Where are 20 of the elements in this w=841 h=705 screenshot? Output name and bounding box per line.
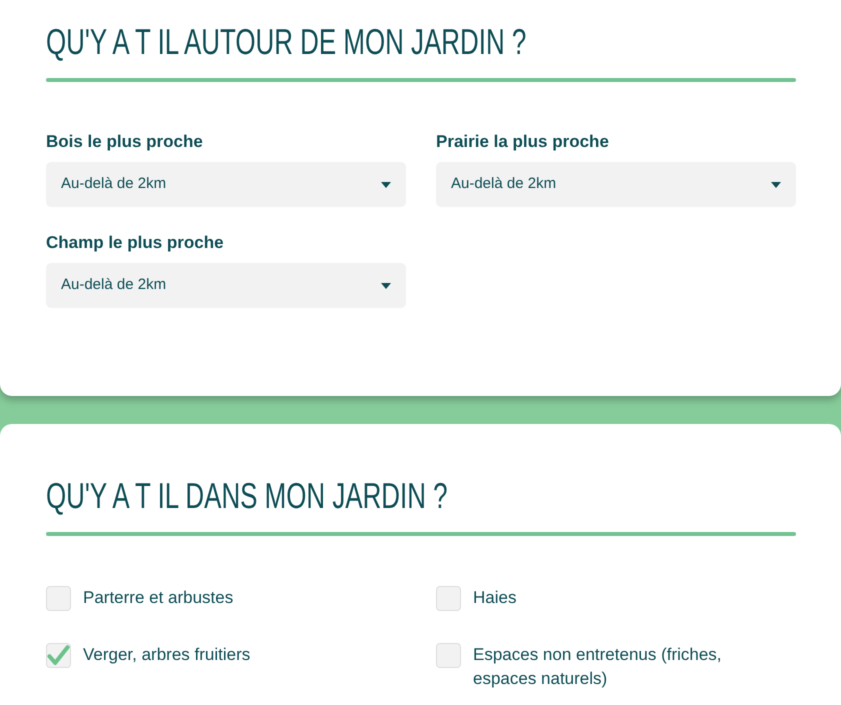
checkmark-icon bbox=[47, 644, 70, 667]
checkbox-label: Haies bbox=[473, 587, 516, 609]
checkbox[interactable] bbox=[46, 643, 71, 668]
dropdown[interactable]: Au-delà de 2km bbox=[46, 263, 406, 308]
checkbox[interactable] bbox=[46, 586, 71, 611]
checkbox-label: Espaces non entretenus (friches, espaces naturels) bbox=[473, 644, 723, 690]
section-title: QU'Y A T IL AUTOUR DE MON JARDIN ? bbox=[46, 20, 526, 64]
checkbox-label: Parterre et arbustes bbox=[83, 587, 234, 609]
checkbox[interactable] bbox=[436, 586, 461, 611]
caret-icon bbox=[381, 282, 391, 288]
field-label: Bois le plus proche bbox=[46, 132, 204, 152]
field-label: Champ le plus proche bbox=[46, 233, 225, 253]
dropdown[interactable]: Au-delà de 2km bbox=[436, 162, 796, 207]
dropdown[interactable]: Au-delà de 2km bbox=[46, 162, 406, 207]
field-label: Prairie la plus proche bbox=[436, 132, 610, 152]
checkbox-label: Verger, arbres fruitiers bbox=[83, 644, 250, 666]
caret-icon bbox=[771, 182, 781, 188]
caret-icon bbox=[381, 182, 391, 188]
section-title: QU'Y A T IL DANS MON JARDIN ? bbox=[46, 474, 448, 518]
checkbox[interactable] bbox=[436, 643, 461, 668]
